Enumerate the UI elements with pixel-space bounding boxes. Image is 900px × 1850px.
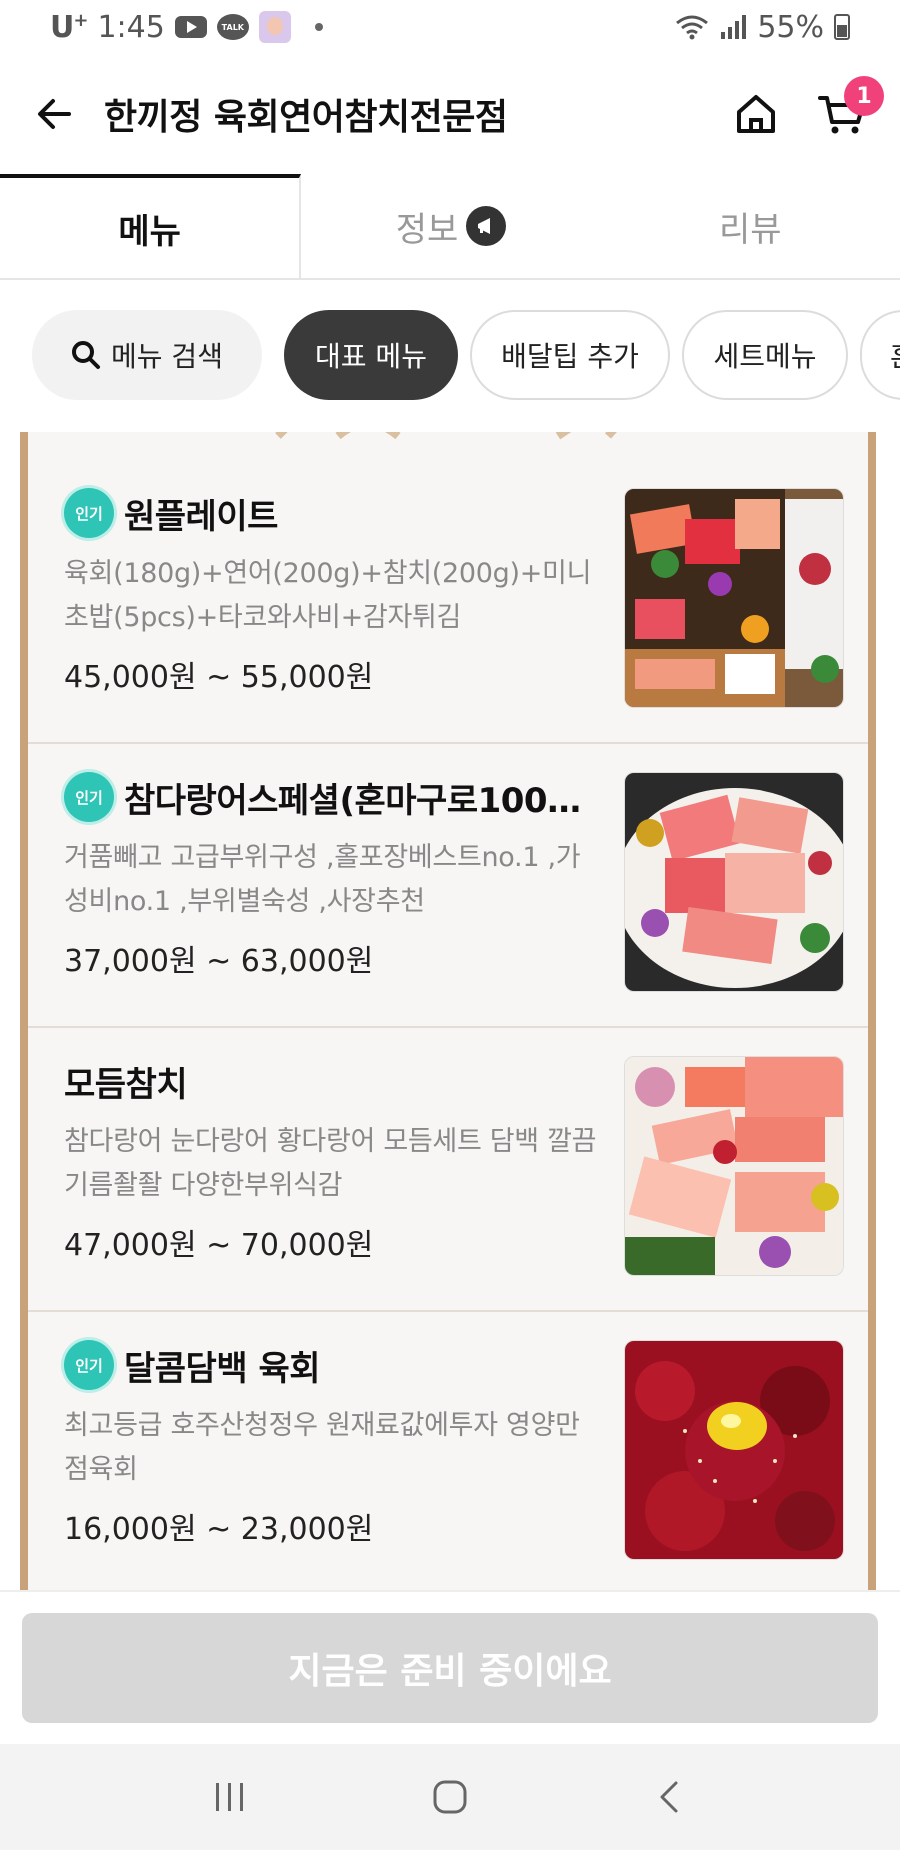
bottom-order-bar: 지금은 준비 중이에요 [0,1590,900,1744]
battery-icon [834,14,850,40]
chip-delivery-tip[interactable]: 배달팁 추가 [470,310,670,400]
home-nav-button[interactable] [410,1767,490,1827]
menu-list: 인기 원플레이트 육회(180g)+연어(200g)+참치(200g)+미니초밥… [28,460,868,1590]
popular-badge: 인기 [64,772,114,822]
signal-icon [721,15,747,39]
battery-percent: 55% [757,9,824,45]
status-right: 55% [675,10,850,45]
wifi-icon [676,15,709,40]
status-time: 1:45 [97,9,165,45]
cart-button[interactable]: 1 [814,76,884,142]
tab-review[interactable]: 리뷰 [600,174,900,278]
menu-search-button[interactable]: 메뉴 검색 [32,310,262,400]
app-notification-icon [258,11,291,43]
menu-item[interactable]: 인기 달콤담백 육회 최고등급 호주산청정우 원재료값에투자 영양만점육회 16… [28,1312,868,1590]
menu-item-description: 최고등급 호주산청정우 원재료값에투자 영양만점육회 [64,1410,580,1485]
chip-set-menu[interactable]: 세트메뉴 [682,310,848,400]
back-button[interactable] [30,89,80,139]
menu-item-image [624,1340,844,1560]
menu-item[interactable]: 인기 참다랑어스페셜(혼마구로100… 거품빼고 고급부위구성 ,홀포장베스트n… [28,744,868,1028]
menu-item-price: 45,000원 ~ 55,000원 [64,660,374,695]
header-actions: 1 [728,76,884,142]
back-arrow-icon [38,99,71,129]
status-left: U+ 1:45 TALK [50,10,323,45]
menu-item-image [624,772,844,992]
megaphone-icon [466,206,507,246]
frame-decoration [28,432,868,446]
menu-item-name: 달콤담백 육회 [124,1348,321,1389]
menu-item-name: 모듬참치 [64,1064,188,1105]
menu-category-chips: 메뉴 검색 대표 메뉴 배달팁 추가 세트메뉴 혼 [0,300,900,410]
menu-item-text: 인기 참다랑어스페셜(혼마구로100… 거품빼고 고급부위구성 ,홀포장베스트n… [64,772,604,980]
app-header: 한끼정 육회연어참치전문점 1 [0,64,900,164]
system-nav-bar [0,1744,900,1850]
chip-solo-menu[interactable]: 혼 [860,310,900,400]
menu-item-name: 원플레이트 [124,496,278,537]
menu-item-name-row: 인기 원플레이트 [64,488,604,538]
menu-item-image [624,488,844,708]
menu-item[interactable]: 모듬참치 참다랑어 눈다랑어 황다랑어 모듬세트 담백 깔끔 기름좔좔 다양한부… [28,1028,868,1312]
tab-label: 메뉴 [118,211,181,252]
carrier-label: U+ [50,9,88,45]
youtube-icon [174,16,207,38]
popular-badge: 인기 [64,488,114,538]
store-tabs: 메뉴 정보 리뷰 [0,174,900,280]
home-icon [737,95,775,133]
home-button[interactable] [728,86,784,142]
back-nav-icon [660,1781,678,1813]
tab-label: 정보 [395,209,459,250]
menu-item-price: 16,000원 ~ 23,000원 [64,1512,374,1547]
menu-item-text: 인기 달콤담백 육회 최고등급 호주산청정우 원재료값에투자 영양만점육회 16… [64,1340,604,1548]
home-nav-icon [433,1780,467,1814]
menu-item-name-row: 인기 참다랑어스페셜(혼마구로100… [64,772,604,822]
menu-item-description: 거품빼고 고급부위구성 ,홀포장베스트no.1 ,가성비no.1 ,부위별숙성 … [64,842,581,917]
menu-item[interactable]: 인기 원플레이트 육회(180g)+연어(200g)+참치(200g)+미니초밥… [28,460,868,744]
menu-item-name-row: 모듬참치 [64,1056,604,1106]
menu-item-description: 육회(180g)+연어(200g)+참치(200g)+미니초밥(5pcs)+타코… [64,558,592,633]
recent-apps-icon [216,1783,243,1811]
tab-info[interactable]: 정보 [301,174,601,278]
status-bar: U+ 1:45 TALK 55% [0,0,900,54]
menu-list-frame: 인기 원플레이트 육회(180g)+연어(200g)+참치(200g)+미니초밥… [20,432,876,1590]
recent-apps-button[interactable] [190,1767,270,1827]
kakaotalk-icon: TALK [216,14,249,40]
tab-menu[interactable]: 메뉴 [0,174,302,278]
menu-item-image [624,1056,844,1276]
menu-item-text: 인기 원플레이트 육회(180g)+연어(200g)+참치(200g)+미니초밥… [64,488,604,696]
more-notifications-icon [314,23,323,31]
menu-item-price: 47,000원 ~ 70,000원 [64,1228,374,1263]
menu-item-name-row: 인기 달콤담백 육회 [64,1340,604,1390]
page-title: 한끼정 육회연어참치전문점 [104,97,508,138]
tab-label: 리뷰 [719,209,782,250]
chip-signature-menu[interactable]: 대표 메뉴 [284,310,458,400]
menu-item-price: 37,000원 ~ 63,000원 [64,944,374,979]
back-nav-button[interactable] [630,1767,710,1827]
order-button-disabled[interactable]: 지금은 준비 중이에요 [22,1613,878,1723]
cart-count-badge: 1 [844,76,884,116]
menu-item-name: 참다랑어스페셜(혼마구로100… [124,780,581,821]
menu-item-text: 모듬참치 참다랑어 눈다랑어 황다랑어 모듬세트 담백 깔끔 기름좔좔 다양한부… [64,1056,604,1264]
popular-badge: 인기 [64,1340,114,1390]
menu-item-description: 참다랑어 눈다랑어 황다랑어 모듬세트 담백 깔끔 기름좔좔 다양한부위식감 [64,1126,597,1201]
search-icon [72,341,101,369]
menu-search-label: 메뉴 검색 [111,340,223,373]
